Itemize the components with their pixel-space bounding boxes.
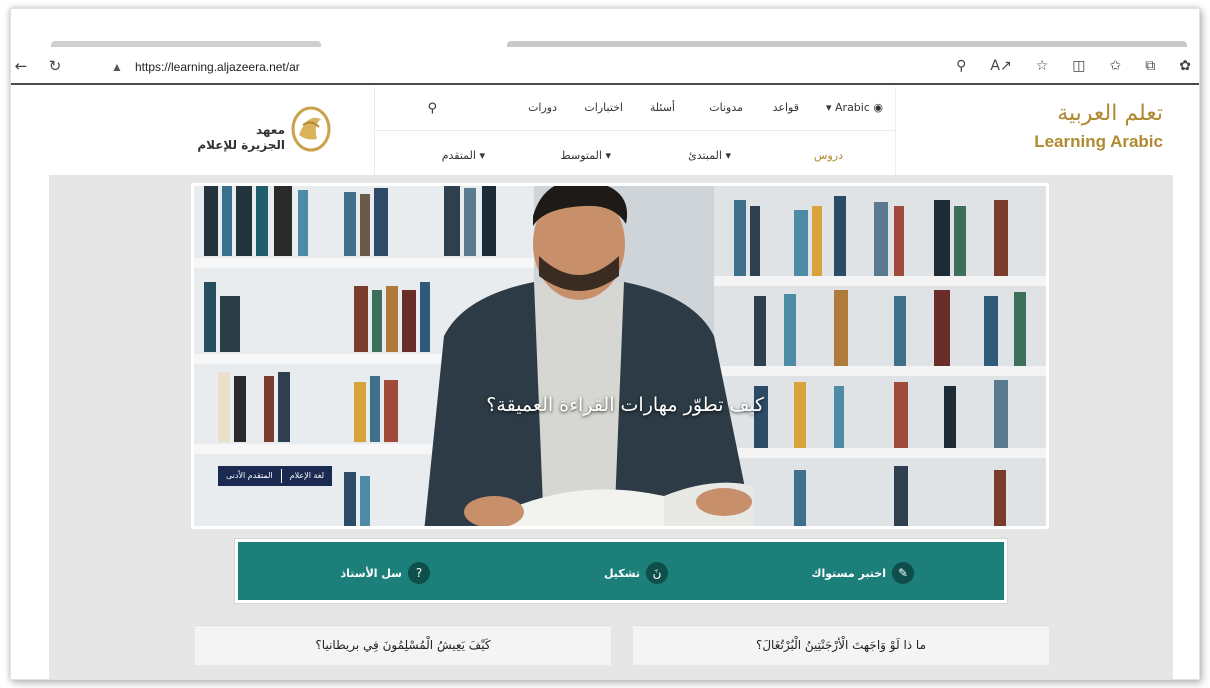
institute-name-line1: معهد: [255, 123, 285, 137]
tag-separator: [280, 469, 282, 483]
favorites-list-icon[interactable]: ✩: [1110, 55, 1122, 77]
nav-item-tests[interactable]: اختبارات: [584, 101, 623, 114]
nav-item-blogs[interactable]: مدونات: [709, 101, 743, 114]
hero-tags: لغة الإعلام المتقدم الأدنى: [218, 466, 333, 486]
browser-window: ← ↻ ▲ https://learning.aljazeera.net/ar …: [10, 8, 1200, 680]
browser-toolbar: ← ↻ ▲ https://learning.aljazeera.net/ar …: [11, 49, 1199, 85]
article-card[interactable]: كَيْفَ يَعِيشُ الْمُسْلِمُونَ فِي بريطان…: [195, 625, 611, 665]
level-test-label: اختبر مستواك: [811, 566, 886, 580]
institute-name-line2: الجزيرة للإعلام: [197, 138, 285, 152]
edit-icon: ✎: [892, 562, 914, 584]
nav-item-questions[interactable]: أسئلة: [650, 101, 675, 114]
chevron-down-icon: ▾: [825, 101, 832, 114]
nav-item-intermediate[interactable]: المتوسط ▾: [561, 149, 611, 162]
back-arrow-icon[interactable]: ←: [13, 55, 29, 77]
nav-item-label: المبتدئ: [688, 149, 722, 162]
nav-top: ◉ Arabic ▾ قواعد مدونات أسئلة اختبارات د…: [375, 87, 895, 131]
article-card-title: ما ذا لَوْ وَاجَهتَ الْأرْجَنْتِينُ الْب…: [755, 638, 927, 652]
diacritics-icon: نَ: [646, 562, 668, 584]
article-card[interactable]: ما ذا لَوْ وَاجَهتَ الْأرْجَنْتِينُ الْب…: [633, 625, 1049, 665]
nav-item-courses[interactable]: دورات: [528, 101, 557, 114]
ask-teacher-button[interactable]: ? سل الأستاذ: [340, 562, 430, 584]
institute-logo[interactable]: معهد الجزيرة للإعلام: [185, 101, 335, 161]
site-header: تعلم العربية Learning Arabic ◉ Arabic ▾ …: [49, 87, 1173, 175]
extensions-icon[interactable]: ✿: [1179, 55, 1191, 77]
quick-actions-bar: ✎ اختبر مستواك نَ تشكيل ? سل الأستاذ: [235, 539, 1007, 603]
ask-teacher-label: سل الأستاذ: [340, 566, 402, 580]
site-brand[interactable]: تعلم العربية Learning Arabic: [953, 99, 1163, 153]
header-divider: [895, 87, 896, 175]
lock-icon: ▲: [111, 60, 123, 74]
nav-item-label: المتوسط: [560, 149, 602, 162]
nav-item-advanced[interactable]: المتقدم ▾: [442, 149, 485, 162]
read-aloud-icon[interactable]: A↗: [990, 55, 1011, 77]
toolbar-icons: ⚲ A↗ ☆ ◫ ✩ ⧉ ✿: [956, 55, 1191, 77]
hero-banner[interactable]: كيف تطوّر مهارات القراءة العميقة؟ لغة ال…: [191, 183, 1049, 529]
search-icon[interactable]: ⚲: [427, 101, 437, 116]
browser-tab-active[interactable]: [507, 41, 1187, 47]
nav-lessons-label: دروس: [814, 149, 843, 162]
zoom-icon[interactable]: ⚲: [956, 55, 966, 77]
globe-icon: ◉: [873, 101, 883, 114]
chevron-down-icon: ▾: [721, 149, 731, 162]
aljazeera-emblem-icon: [291, 106, 331, 152]
tag-media-language[interactable]: لغة الإعلام: [282, 466, 332, 486]
level-test-button[interactable]: ✎ اختبر مستواك: [811, 562, 914, 584]
tab-strip: [11, 9, 1199, 49]
browser-tab[interactable]: [51, 41, 321, 47]
nav-item-label: المتقدم: [441, 149, 476, 162]
split-screen-icon[interactable]: ◫: [1072, 55, 1085, 77]
nav-bottom: دروس المبتدئ ▾ المتوسط ▾ المتقدم ▾: [375, 131, 895, 175]
brand-arabic: تعلم العربية: [1057, 101, 1163, 126]
collections-icon[interactable]: ⧉: [1145, 55, 1155, 77]
diacritics-label: تشكيل: [603, 566, 640, 580]
favorite-star-icon[interactable]: ☆: [1036, 55, 1049, 77]
brand-english: Learning Arabic: [1034, 132, 1163, 151]
language-label: Arabic: [835, 101, 870, 114]
website: تعلم العربية Learning Arabic ◉ Arabic ▾ …: [49, 87, 1173, 679]
nav-item-beginner[interactable]: المبتدئ ▾: [688, 149, 731, 162]
chevron-down-icon: ▾: [601, 149, 611, 162]
reload-icon[interactable]: ↻: [45, 55, 65, 77]
hero-title[interactable]: كيف تطوّر مهارات القراءة العميقة؟: [194, 394, 764, 416]
url-text: https://learning.aljazeera.net/ar: [135, 60, 300, 74]
institute-name: معهد الجزيرة للإعلام: [185, 123, 285, 153]
article-card-title: كَيْفَ يَعِيشُ الْمُسْلِمُونَ فِي بريطان…: [315, 638, 491, 652]
chevron-down-icon: ▾: [475, 149, 485, 162]
page-bottom: [49, 665, 1173, 679]
diacritics-button[interactable]: نَ تشكيل: [604, 562, 668, 584]
question-icon: ?: [408, 562, 430, 584]
tag-level[interactable]: المتقدم الأدنى: [218, 466, 281, 486]
address-bar[interactable]: ▲ https://learning.aljazeera.net/ar: [111, 55, 511, 79]
nav-item-grammar[interactable]: قواعد: [773, 101, 799, 114]
language-selector[interactable]: ◉ Arabic ▾: [826, 101, 883, 114]
